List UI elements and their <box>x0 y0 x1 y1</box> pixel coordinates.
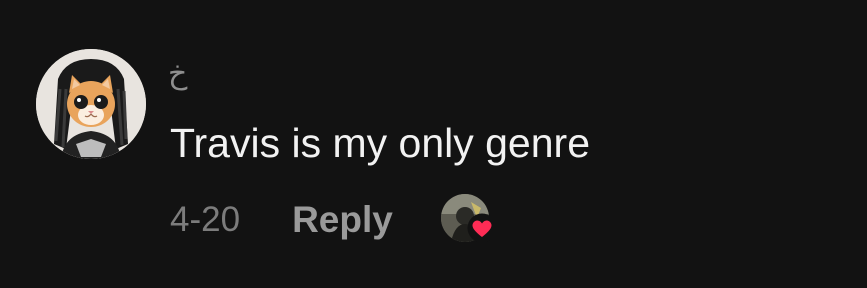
commenter-avatar[interactable] <box>36 49 146 159</box>
comment-date: 4-20 <box>170 200 241 239</box>
creator-liked-badge <box>440 194 497 246</box>
comment-username[interactable]: خ <box>168 54 187 94</box>
reply-button[interactable]: Reply <box>292 199 393 241</box>
heart-icon <box>467 213 497 243</box>
comment-text: Travis is my only genre <box>170 120 590 166</box>
cat-avatar-icon <box>36 49 146 159</box>
comment-meta: 4-20 Reply <box>170 194 497 246</box>
comment-item: خ Travis is my only genre 4-20 Reply <box>0 0 867 288</box>
